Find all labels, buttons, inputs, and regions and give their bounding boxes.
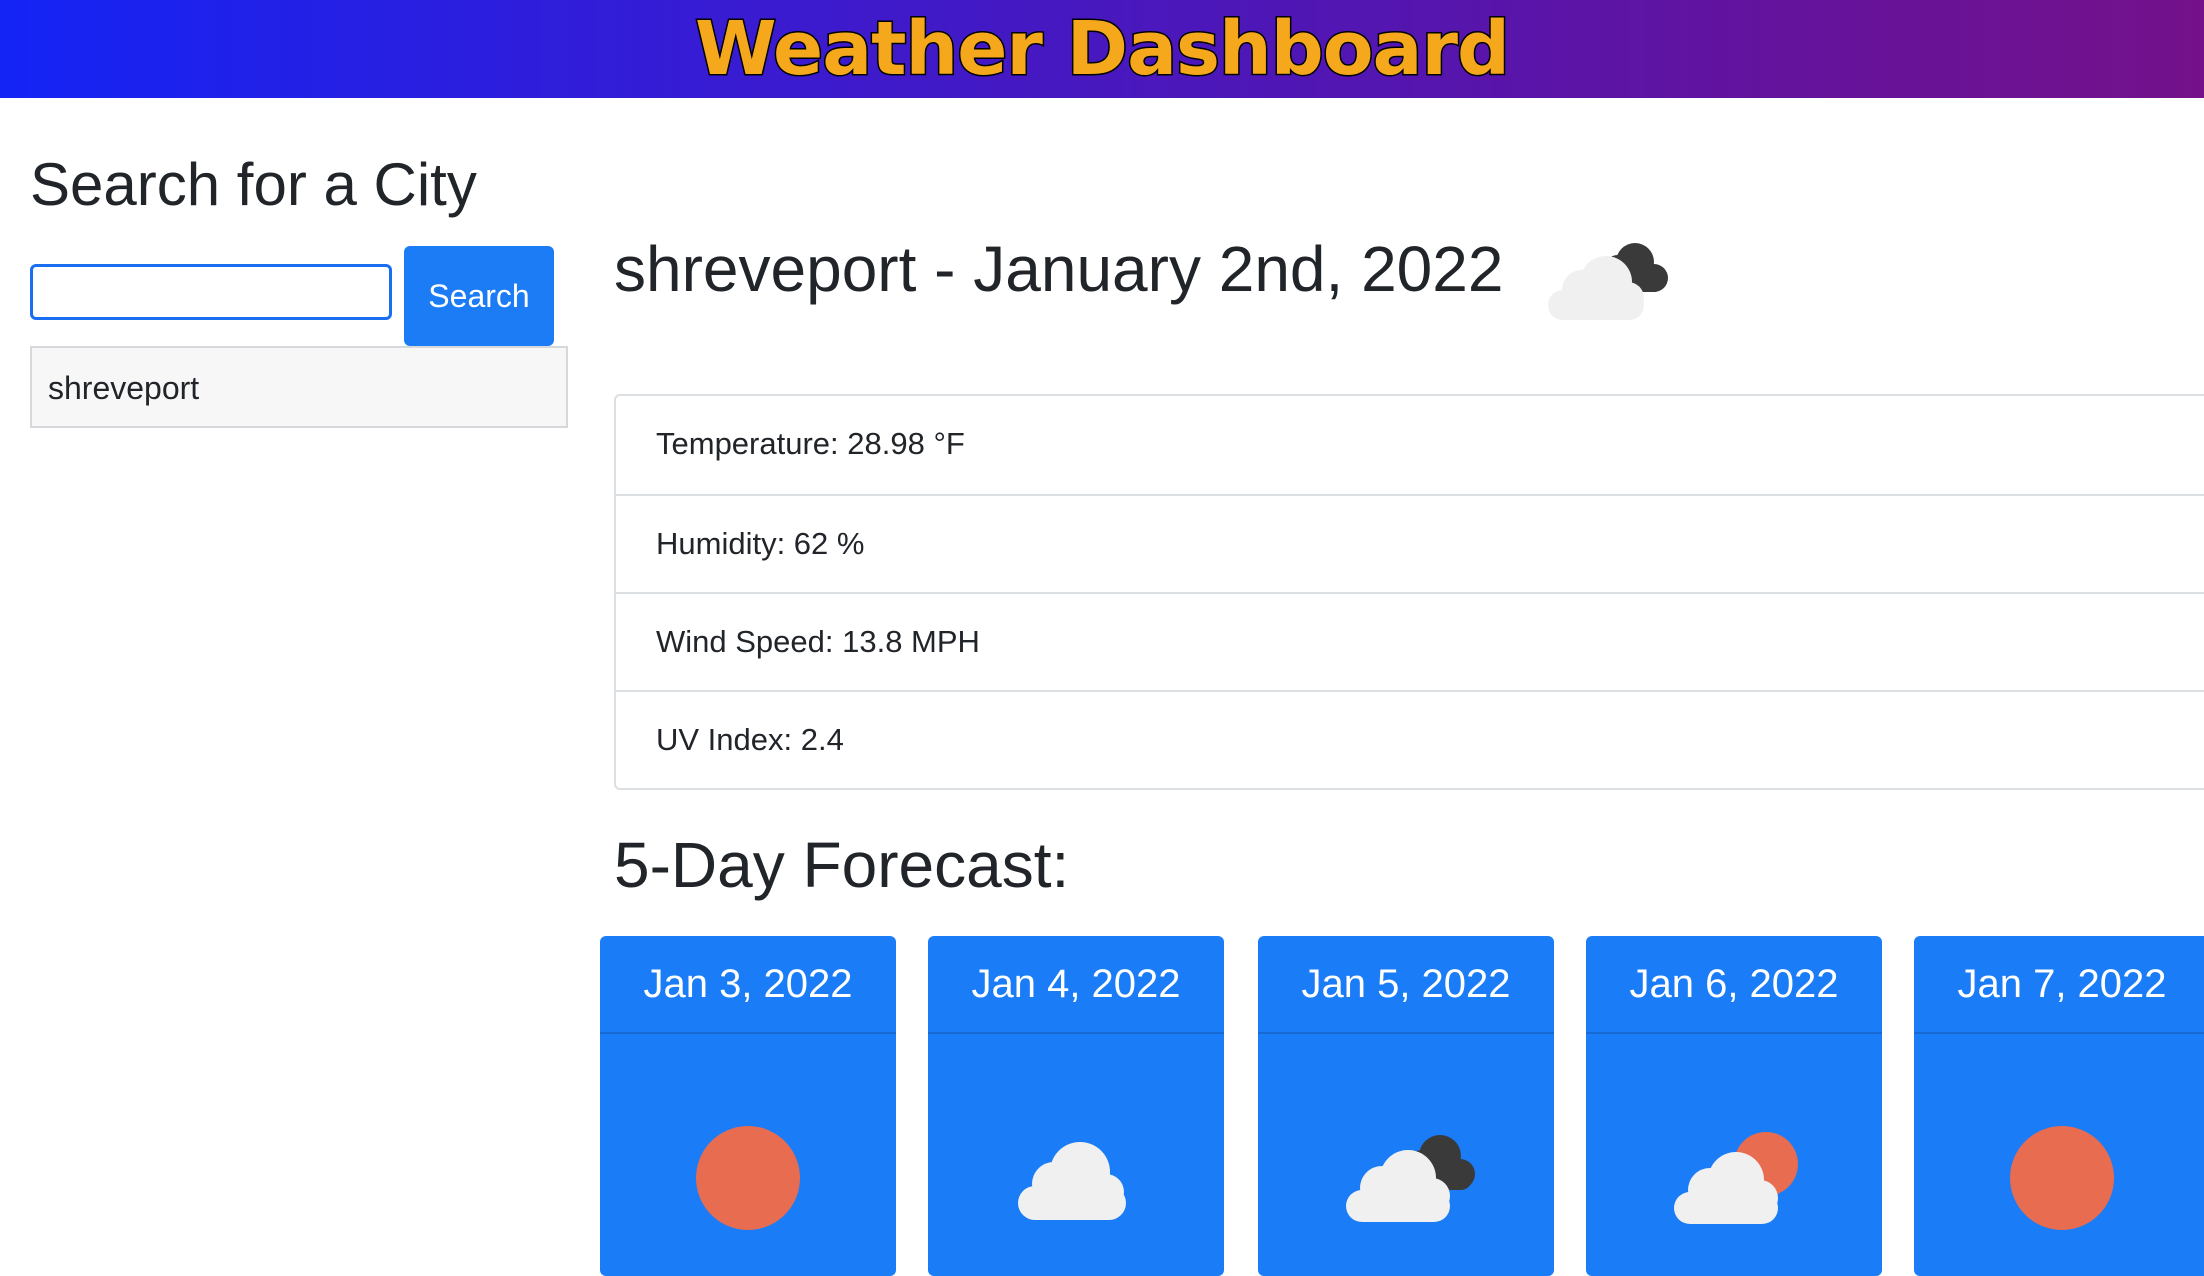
current-weather-title: shreveport - January 2nd, 2022 xyxy=(614,233,1504,305)
history-item[interactable]: shreveport xyxy=(30,346,568,428)
sun-icon xyxy=(2010,1126,2114,1230)
app-title: Weather Dashboard xyxy=(694,6,1512,92)
uv-index-stat: UV Index: 2.4 xyxy=(616,690,2204,788)
forecast-date: Jan 3, 2022 xyxy=(600,936,896,1034)
forecast-date: Jan 6, 2022 xyxy=(1586,936,1882,1034)
forecast-card: Jan 5, 2022 xyxy=(1258,936,1554,1276)
cloud-icon xyxy=(1018,1142,1126,1220)
cloudy-icon xyxy=(1548,243,1668,320)
forecast-card: Jan 6, 2022 xyxy=(1586,936,1882,1276)
cloudy-icon xyxy=(1346,1135,1475,1222)
forecast-card: Jan 4, 2022 xyxy=(928,936,1224,1276)
search-history: shreveport xyxy=(30,346,568,428)
current-weather-stats: Temperature: 28.98 °F Humidity: 62 % Win… xyxy=(614,394,2204,790)
forecast-card: Jan 7, 2022 xyxy=(1914,936,2204,1276)
temperature-stat: Temperature: 28.98 °F xyxy=(656,426,965,461)
search-heading: Search for a City xyxy=(30,151,477,218)
forecast-date: Jan 7, 2022 xyxy=(1914,936,2204,1034)
humidity-stat: Humidity: 62 % xyxy=(616,494,2204,592)
sun-icon xyxy=(696,1126,800,1230)
wind-speed-stat: Wind Speed: 13.8 MPH xyxy=(616,592,2204,690)
header-banner: Weather Dashboard xyxy=(0,0,2204,98)
forecast-date: Jan 5, 2022 xyxy=(1258,936,1554,1034)
forecast-card: Jan 3, 2022 xyxy=(600,936,896,1276)
search-input[interactable] xyxy=(30,264,392,320)
forecast-heading: 5-Day Forecast: xyxy=(614,829,1070,901)
partly-cloudy-icon xyxy=(1674,1132,1798,1224)
search-button[interactable]: Search xyxy=(404,246,554,346)
forecast-date: Jan 4, 2022 xyxy=(928,936,1224,1034)
